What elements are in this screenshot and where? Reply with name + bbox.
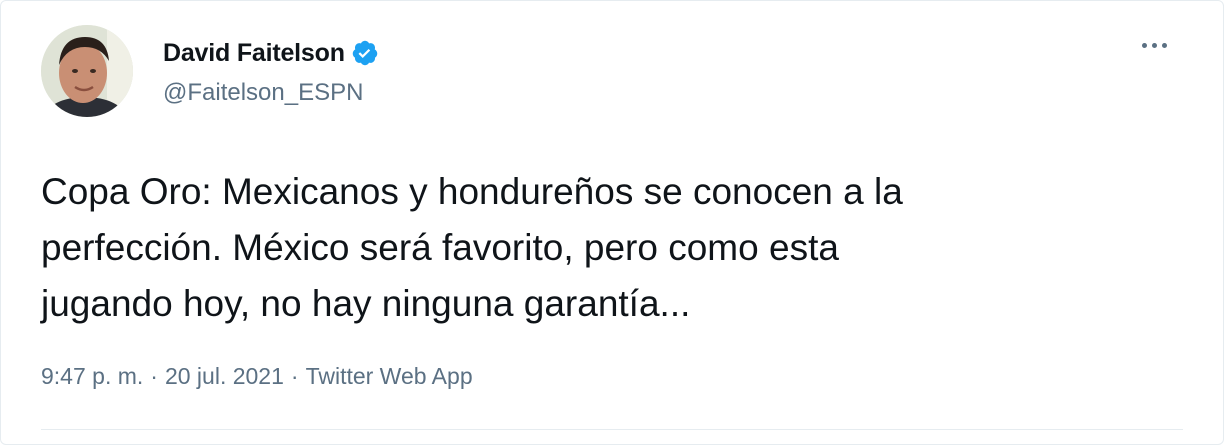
author-name-row: David Faitelson [163,35,379,71]
tweet-text: Copa Oro: Mexicanos y hondureños se cono… [41,171,903,324]
avatar[interactable] [41,25,133,117]
tweet-source[interactable]: Twitter Web App [306,363,473,390]
meta-separator: · [150,363,158,389]
avatar-image [41,25,133,117]
more-dot [1142,43,1147,48]
meta-separator: · [290,363,299,389]
tweet-date[interactable]: 20 jul. 2021 [165,363,284,390]
divider [41,429,1183,430]
author-handle[interactable]: @Faitelson_ESPN [163,79,363,107]
more-dot [1162,43,1167,48]
tweet-time[interactable]: 9:47 p. m. [41,363,143,390]
tweet-card: David Faitelson @Faitelson_ESPN Copa Oro… [0,0,1224,445]
verified-badge-icon [351,39,379,67]
more-horizontal-icon[interactable] [1136,37,1173,54]
author-display-name[interactable]: David Faitelson [163,39,345,68]
tweet-meta: 9:47 p. m. · 20 jul. 2021 · Twitter Web … [41,363,473,390]
more-dot [1152,43,1157,48]
